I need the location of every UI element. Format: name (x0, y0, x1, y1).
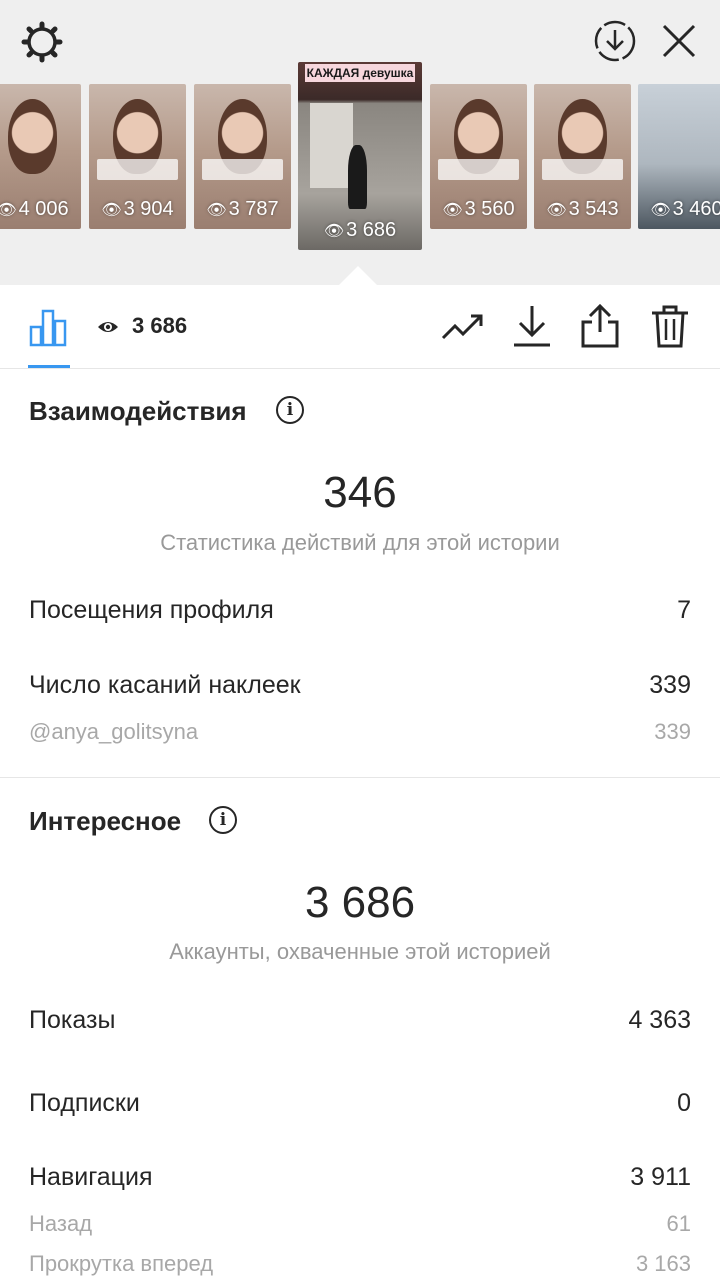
story-caption (96, 159, 179, 180)
story-caption (437, 159, 520, 180)
download-circle-icon[interactable] (590, 16, 640, 66)
stat-label: Показы (29, 1006, 116, 1034)
eye-icon (96, 315, 120, 339)
discovery-title: Интересное (29, 806, 182, 836)
stat-value: 3 163 (635, 1251, 691, 1276)
story-thumbnail[interactable]: 👁 3 787 (194, 84, 291, 229)
active-tab-indicator (28, 365, 70, 368)
eye-icon: 👁 (650, 202, 671, 219)
stat-value: 61 (666, 1211, 691, 1236)
close-icon[interactable] (656, 18, 702, 64)
story-views: 👁 3 560 (442, 198, 515, 220)
story-figure (347, 144, 368, 209)
interactions-title: Взаимодействия (29, 396, 247, 426)
eye-icon: 👁 (206, 202, 227, 219)
story-thumbnail[interactable]: 👁 3 904 (89, 84, 186, 229)
stat-row-profile-visits: Посещения профиля 7 (29, 596, 691, 625)
eye-icon: 👁 (442, 202, 463, 219)
stat-label: Подписки (29, 1089, 140, 1117)
share-icon[interactable] (579, 303, 621, 349)
stat-row-forward: Прокрутка вперед 3 163 (29, 1251, 691, 1277)
stat-label: Число касаний наклеек (29, 671, 301, 699)
stat-value: 3 911 (630, 1163, 691, 1191)
discovery-total: 3 686 (304, 878, 416, 927)
story-views: 👁 3 460 (650, 198, 720, 220)
download-icon[interactable] (511, 303, 553, 349)
stat-value: 339 (649, 671, 691, 699)
stat-row-impressions: Показы 4 363 (29, 1006, 691, 1035)
discovery-subtitle: Аккаунты, охваченные этой историей (169, 939, 551, 964)
eye-icon: 👁 (101, 202, 122, 219)
stat-label: Навигация (29, 1163, 153, 1191)
story-caption (201, 159, 284, 180)
stat-value: 0 (677, 1089, 691, 1117)
trend-icon[interactable] (440, 307, 486, 347)
stat-label: Посещения профиля (29, 596, 274, 624)
stat-label: @anya_golitsyna (29, 719, 199, 744)
story-views: 👁 3 787 (206, 198, 279, 220)
selected-pointer (338, 266, 378, 286)
story-views: 👁 3 904 (101, 198, 174, 220)
story-thumbnail[interactable]: 👁 3 560 (430, 84, 527, 229)
info-icon[interactable]: i (276, 396, 304, 424)
story-thumbnail[interactable]: 👁 3 543 (534, 84, 631, 229)
story-views: 👁 3 543 (546, 198, 619, 220)
stat-row-back: Назад 61 (29, 1211, 691, 1237)
eye-icon: 👁 (0, 202, 17, 219)
trash-icon[interactable] (649, 303, 691, 349)
story-caption (541, 159, 624, 180)
story-photo (8, 98, 57, 174)
stat-value: 7 (677, 596, 691, 624)
interactions-total: 346 (323, 468, 397, 517)
interactions-subtitle: Статистика действий для этой истории (160, 530, 560, 555)
story-views: 👁 3 686 (323, 219, 397, 241)
stat-row-navigation: Навигация 3 911 (29, 1163, 691, 1192)
stat-row-follows: Подписки 0 (29, 1089, 691, 1118)
story-strip-area: 👁 4 006 👁 3 904 👁 3 787 КАЖДАЯ девушка 👁 3 6… (0, 0, 720, 286)
stat-label: Прокрутка вперед (29, 1251, 214, 1276)
stat-row-mention: @anya_golitsyna 339 (29, 719, 691, 745)
insights-toolbar: 3 686 (0, 285, 720, 369)
story-thumbnail[interactable]: 👁 3 460 (638, 84, 720, 229)
bar-chart-icon[interactable] (28, 305, 70, 349)
story-title: КАЖДАЯ девушка (305, 64, 415, 82)
views-count: 3 686 (132, 313, 188, 338)
stat-value: 339 (654, 719, 691, 744)
eye-icon: 👁 (323, 223, 345, 240)
gear-icon[interactable] (18, 18, 66, 66)
stat-row-sticker-taps: Число касаний наклеек 339 (29, 671, 691, 700)
story-window (310, 103, 353, 188)
info-icon[interactable]: i (209, 806, 237, 834)
stat-label: Назад (29, 1211, 93, 1236)
story-thumbnail[interactable]: 👁 4 006 (0, 84, 81, 229)
story-thumbnail-active[interactable]: КАЖДАЯ девушка 👁 3 686 (298, 62, 422, 250)
eye-icon: 👁 (546, 202, 567, 219)
story-views: 👁 4 006 (0, 198, 81, 221)
section-divider (0, 777, 720, 778)
stat-value: 4 363 (628, 1006, 691, 1034)
